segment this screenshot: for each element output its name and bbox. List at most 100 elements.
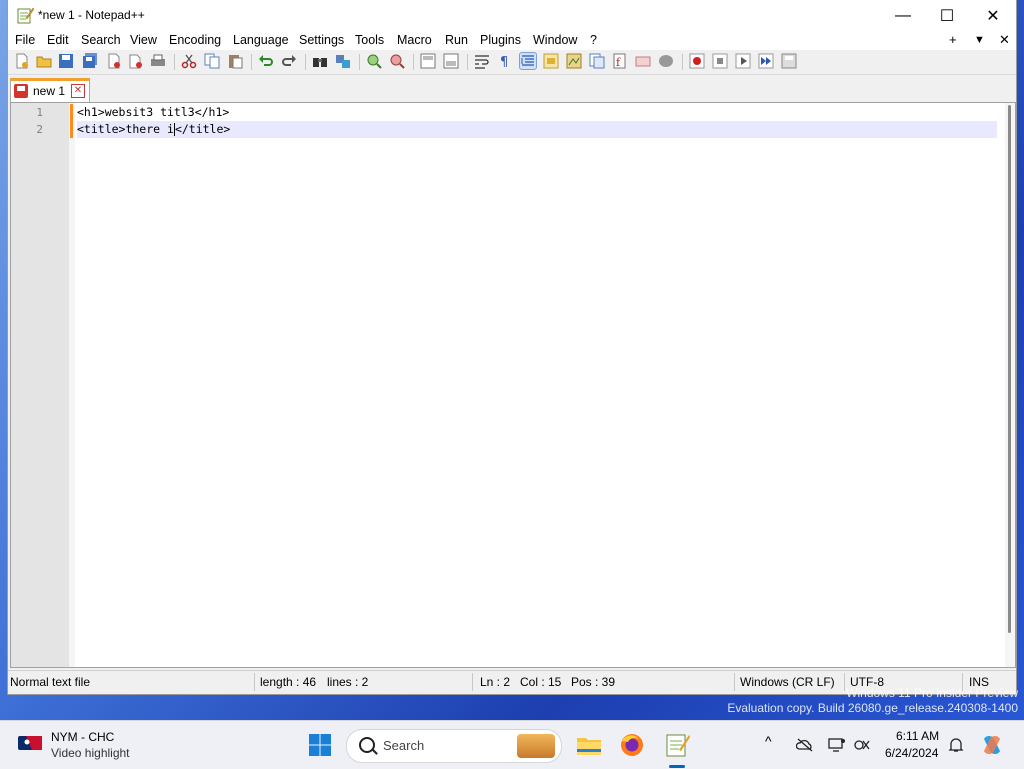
svg-text:¶: ¶ — [500, 55, 508, 69]
close-file-icon[interactable] — [106, 53, 122, 69]
file-explorer-icon[interactable] — [575, 731, 603, 759]
print-icon[interactable] — [150, 53, 166, 69]
current-code-line[interactable]: <title>there i</title> — [77, 121, 997, 138]
display-icon[interactable] — [828, 737, 846, 753]
maximize-icon: ☐ — [939, 7, 955, 25]
notification-bell-icon[interactable] — [947, 737, 965, 753]
user-defined-language-icon[interactable] — [543, 53, 559, 69]
firefox-icon[interactable] — [618, 731, 646, 759]
tab-close-icon[interactable]: ✕ — [71, 84, 85, 98]
fold-margin[interactable] — [69, 103, 75, 667]
menu-help[interactable]: ? — [590, 33, 597, 47]
folder-as-workspace-icon[interactable]: f — [612, 53, 628, 69]
status-divider — [472, 673, 473, 691]
toolbar: ¶ f — [8, 50, 1016, 75]
notepadpp-taskbar-icon[interactable] — [663, 731, 691, 759]
new-tab-plus-icon[interactable]: + — [949, 32, 957, 47]
minimize-button[interactable]: — — [880, 0, 926, 31]
copy-icon[interactable] — [204, 53, 220, 69]
notepadpp-icon — [17, 7, 34, 24]
document-map-icon[interactable] — [566, 53, 582, 69]
code-line[interactable]: <h1>websit3 titl3</h1> — [77, 104, 997, 121]
windows-start-icon[interactable] — [308, 733, 332, 757]
undo-icon[interactable] — [258, 53, 274, 69]
menu-file[interactable]: File — [15, 33, 35, 47]
indent-guide-icon[interactable] — [519, 52, 537, 70]
toolbar-separator — [413, 54, 414, 70]
widget-title: NYM - CHC — [51, 730, 115, 744]
tab-list-dropdown-icon[interactable]: ▼ — [974, 34, 985, 46]
menu-view[interactable]: View — [130, 33, 157, 47]
status-file-type: Normal text file — [10, 675, 91, 689]
taskbar: NYM - CHC Video highlight Search ^ 6:11 … — [0, 720, 1024, 769]
menu-settings[interactable]: Settings — [299, 33, 344, 47]
search-highlight-image — [517, 734, 555, 758]
menu-tools[interactable]: Tools — [355, 33, 384, 47]
show-all-characters-icon[interactable]: ¶ — [497, 53, 513, 69]
replace-icon[interactable] — [335, 53, 351, 69]
menu-edit[interactable]: Edit — [47, 33, 69, 47]
menu-bar: File Edit Search View Encoding Language … — [8, 31, 1016, 50]
toolbar-separator — [682, 54, 683, 70]
notepadpp-window: *new 1 - Notepad++ — ☐ ✕ File Edit Searc… — [8, 0, 1016, 694]
toolbar-separator — [359, 54, 360, 70]
widget-subtitle: Video highlight — [51, 746, 130, 760]
toolbar-separator — [467, 54, 468, 70]
playback-macro-icon[interactable] — [735, 53, 751, 69]
run-macro-multiple-icon[interactable] — [758, 53, 774, 69]
close-window-button[interactable]: ✕ — [970, 0, 1016, 31]
close-all-icon[interactable] — [128, 53, 144, 69]
status-eol-format[interactable]: Windows (CR LF) — [740, 675, 835, 689]
menu-macro[interactable]: Macro — [397, 33, 432, 47]
word-wrap-icon[interactable] — [474, 53, 490, 69]
record-macro-icon[interactable] — [689, 53, 705, 69]
change-history-marker — [70, 121, 73, 138]
menu-window[interactable]: Window — [533, 33, 577, 47]
vertical-scrollbar[interactable] — [1005, 103, 1015, 667]
show-hidden-icons-chevron-icon[interactable]: ^ — [765, 733, 783, 749]
monitoring-icon[interactable] — [658, 53, 674, 69]
open-file-icon[interactable] — [36, 53, 52, 69]
paste-icon[interactable] — [227, 53, 243, 69]
clock-time[interactable]: 6:11 AM — [896, 729, 939, 743]
line-number-gutter — [11, 103, 69, 667]
menu-encoding[interactable]: Encoding — [169, 33, 221, 47]
function-list-icon[interactable] — [589, 53, 605, 69]
window-title: *new 1 - Notepad++ — [38, 8, 145, 22]
taskbar-search-box[interactable]: Search — [346, 729, 562, 763]
menu-search[interactable]: Search — [81, 33, 121, 47]
maximize-button[interactable]: ☐ — [924, 0, 970, 31]
menu-run[interactable]: Run — [445, 33, 468, 47]
save-icon[interactable] — [58, 53, 74, 69]
document-list-icon[interactable] — [635, 53, 651, 69]
find-icon[interactable] — [312, 53, 328, 69]
title-bar[interactable]: *new 1 - Notepad++ — ☐ ✕ — [8, 0, 1016, 31]
redo-icon[interactable] — [281, 53, 297, 69]
sync-vertical-icon[interactable] — [420, 53, 436, 69]
tab-new-1[interactable]: new 1 ✕ — [10, 78, 90, 103]
unsaved-file-icon — [14, 84, 28, 98]
scrollbar-thumb[interactable] — [1008, 105, 1011, 633]
clock-date[interactable]: 6/24/2024 — [885, 746, 938, 760]
cut-icon[interactable] — [181, 53, 197, 69]
new-file-icon[interactable] — [14, 53, 30, 69]
menu-plugins[interactable]: Plugins — [480, 33, 521, 47]
close-tab-x-icon[interactable]: ✕ — [999, 32, 1010, 48]
text-editor[interactable]: 1 2 <h1>websit3 titl3</h1> <title>there … — [10, 102, 1016, 668]
minimize-icon: — — [895, 6, 911, 24]
status-lines: lines : 2 — [327, 675, 369, 689]
zoom-out-icon[interactable] — [389, 53, 405, 69]
search-placeholder: Search — [383, 738, 425, 753]
onedrive-offline-icon[interactable] — [796, 737, 814, 753]
sync-horizontal-icon[interactable] — [443, 53, 459, 69]
stop-recording-icon[interactable] — [712, 53, 728, 69]
copilot-icon[interactable] — [980, 733, 1004, 757]
watermark-line-2: Evaluation copy. Build 26080.ge_release.… — [727, 701, 1018, 715]
network-disconnected-icon[interactable] — [853, 737, 871, 753]
toolbar-separator — [174, 54, 175, 70]
menu-language[interactable]: Language — [233, 33, 289, 47]
save-macro-icon[interactable] — [781, 53, 797, 69]
save-all-icon[interactable] — [82, 53, 98, 69]
zoom-in-icon[interactable] — [366, 53, 382, 69]
status-length: length : 46 — [260, 675, 317, 689]
